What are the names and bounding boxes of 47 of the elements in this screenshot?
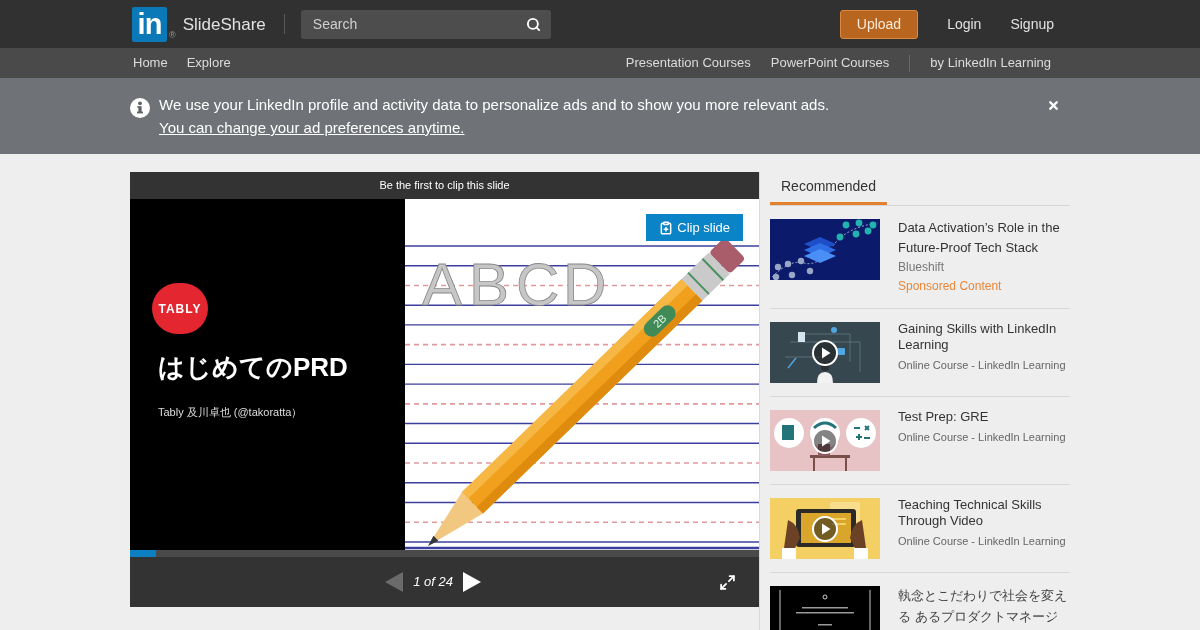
- slide-byline: Tably 及川卓也 (@takoratta）: [158, 405, 303, 419]
- recommendation-title[interactable]: Teaching Technical Skills Through Video: [898, 497, 1070, 529]
- header-link[interactable]: Signup: [1010, 13, 1054, 35]
- clip-slide-button[interactable]: Clip slide: [646, 214, 743, 241]
- paper-letter: B: [469, 251, 510, 318]
- info-icon: [130, 98, 150, 118]
- paper-letter: A: [422, 251, 463, 318]
- paper-letter: D: [563, 251, 607, 318]
- site-name[interactable]: SlideShare: [182, 15, 266, 33]
- course-source: Online Course - LinkedIn Learning: [898, 534, 1067, 548]
- play-icon[interactable]: [812, 516, 838, 542]
- search-field[interactable]: Search: [300, 9, 551, 39]
- recommendation-title[interactable]: 執念とこだわりで社会を変える あるプロダクトマネージ: [898, 585, 1070, 627]
- recommendation-title[interactable]: Test Prep: GRE: [898, 409, 1070, 425]
- recommendation-title[interactable]: Data Activation’s Role in the Future-Proof Tech Stack: [898, 218, 1070, 258]
- play-icon[interactable]: [812, 428, 838, 454]
- slide-title: はじめてのPRD: [158, 352, 348, 382]
- nav-link[interactable]: PowerPoint Courses: [770, 53, 890, 73]
- sponsored-label: Sponsored Content: [898, 278, 1003, 295]
- author-name: Blueshift: [898, 259, 946, 276]
- paper-letter: C: [516, 251, 560, 318]
- registered-mark: ®: [169, 31, 176, 40]
- nav-link[interactable]: Presentation Courses: [625, 53, 751, 73]
- notice-text: We use your LinkedIn profile and activity data to personalize ads and to show you more relevant ads. You can change your ad preferences anytime.: [159, 95, 831, 138]
- progress-track[interactable]: [130, 550, 759, 557]
- clipboard-plus-icon: [659, 220, 674, 235]
- nav-link[interactable]: Home: [133, 53, 168, 73]
- partner-link[interactable]: by LinkedIn Learning: [930, 53, 1051, 73]
- header-link[interactable]: Login: [947, 13, 982, 35]
- fullscreen-icon[interactable]: [719, 573, 736, 591]
- slide-logo: TABLY: [152, 283, 208, 334]
- sidebar-tab[interactable]: Recommended: [770, 172, 887, 205]
- recommendation-title[interactable]: Gaining Skills with LinkedIn Learning: [898, 321, 1070, 353]
- page-indicator: 1 of 24: [413, 573, 453, 592]
- pencil-label: 2B: [650, 312, 669, 330]
- logo-mark[interactable]: in: [132, 6, 167, 42]
- nav-link[interactable]: Explore: [186, 53, 231, 73]
- course-source: Online Course - LinkedIn Learning: [898, 358, 1067, 372]
- search-icon[interactable]: [525, 16, 541, 32]
- close-icon[interactable]: [1047, 99, 1060, 112]
- clip-prompt-bar: Be the first to clip this slide: [130, 172, 759, 199]
- upload-button[interactable]: Upload: [839, 9, 919, 39]
- pencil-point: [428, 492, 483, 546]
- ad-preferences-link[interactable]: You can change your ad preferences anytime.: [159, 119, 465, 136]
- course-source: Online Course - LinkedIn Learning: [898, 430, 1067, 444]
- play-icon[interactable]: [812, 340, 838, 366]
- next-arrow-icon[interactable]: [462, 572, 481, 592]
